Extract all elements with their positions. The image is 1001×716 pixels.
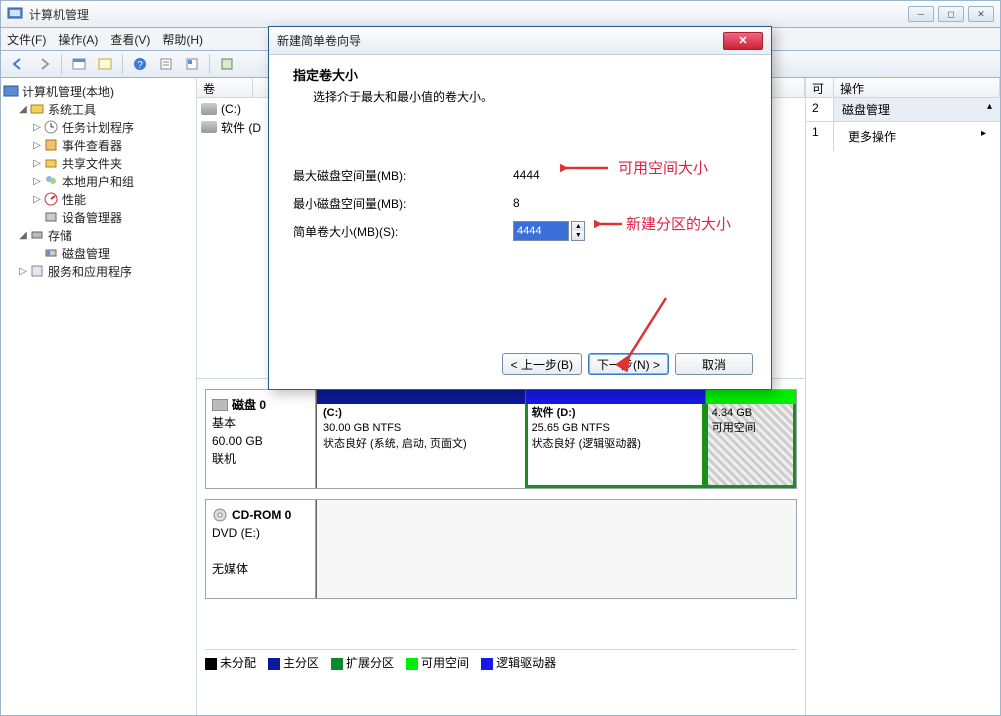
tree-services-apps[interactable]: ▷服务和应用程序 xyxy=(3,262,194,280)
col-avail[interactable]: 可 xyxy=(806,78,834,97)
menu-file[interactable]: 文件(F) xyxy=(7,31,46,48)
navigation-tree: 计算机管理(本地) ◢系统工具 ▷任务计划程序 ▷事件查看器 ▷共享文件夹 ▷本… xyxy=(1,78,197,715)
minimize-button[interactable]: ─ xyxy=(908,6,934,22)
toolbar-icon-2[interactable] xyxy=(94,53,116,75)
wizard-back-button[interactable]: < 上一步(B) xyxy=(502,353,582,375)
partition-d[interactable]: 软件 (D:) 25.65 GB NTFS 状态良好 (逻辑驱动器) xyxy=(525,390,705,488)
disk-0-info[interactable]: 磁盘 0 基本 60.00 GB 联机 xyxy=(206,390,316,488)
cdrom-info[interactable]: CD-ROM 0 DVD (E:) 无媒体 xyxy=(206,500,316,598)
tree-system-tools[interactable]: ◢系统工具 xyxy=(3,100,194,118)
window-titlebar: 计算机管理 ─ ◻ ✕ xyxy=(0,0,1001,28)
forward-button[interactable] xyxy=(33,53,55,75)
annotation-arrow-3 xyxy=(616,292,676,372)
back-button[interactable] xyxy=(7,53,29,75)
tree-shared-folders[interactable]: ▷共享文件夹 xyxy=(3,154,194,172)
actions-header: 操作 xyxy=(834,78,1000,97)
volume-size-input[interactable] xyxy=(513,221,569,241)
cdrom-row: CD-ROM 0 DVD (E:) 无媒体 xyxy=(205,499,797,599)
new-volume-wizard: 新建简单卷向导 ✕ 指定卷大小 选择介于最大和最小值的卷大小。 最大磁盘空间量(… xyxy=(268,26,772,390)
disk-0-row: 磁盘 0 基本 60.00 GB 联机 (C:) 30.00 GB NTFS 状… xyxy=(205,389,797,489)
maximize-button[interactable]: ◻ xyxy=(938,6,964,22)
close-button[interactable]: ✕ xyxy=(968,6,994,22)
disk-graphical-view: 磁盘 0 基本 60.00 GB 联机 (C:) 30.00 GB NTFS 状… xyxy=(197,378,805,715)
tree-local-users[interactable]: ▷本地用户和组 xyxy=(3,172,194,190)
toolbar-icon-4[interactable] xyxy=(155,53,177,75)
tree-performance[interactable]: ▷性能 xyxy=(3,190,194,208)
volume-size-spinner[interactable]: ▲▼ xyxy=(571,221,585,241)
tree-task-scheduler[interactable]: ▷任务计划程序 xyxy=(3,118,194,136)
annotation-arrow-2 xyxy=(594,216,624,232)
toolbar-icon-5[interactable] xyxy=(181,53,203,75)
window-title: 计算机管理 xyxy=(29,6,908,23)
more-actions[interactable]: 更多操作▸ xyxy=(834,122,1000,151)
wizard-titlebar[interactable]: 新建简单卷向导 ✕ xyxy=(269,27,771,55)
wizard-cancel-button[interactable]: 取消 xyxy=(675,353,753,375)
app-icon xyxy=(7,6,23,22)
tree-disk-management[interactable]: 磁盘管理 xyxy=(3,244,194,262)
menu-view[interactable]: 查看(V) xyxy=(110,31,150,48)
tree-storage[interactable]: ◢存储 xyxy=(3,226,194,244)
actions-panel: 可 操作 2 磁盘管理▴ 1 更多操作▸ xyxy=(805,78,1000,715)
min-space-value: 8 xyxy=(513,196,633,210)
wizard-heading: 指定卷大小 xyxy=(293,65,747,84)
annotation-arrow-1 xyxy=(560,160,610,176)
menu-help[interactable]: 帮助(H) xyxy=(162,31,203,48)
col-volume[interactable]: 卷 xyxy=(197,78,253,97)
partition-c[interactable]: (C:) 30.00 GB NTFS 状态良好 (系统, 启动, 页面文) xyxy=(316,390,525,488)
wizard-close-button[interactable]: ✕ xyxy=(723,32,763,50)
toolbar-icon-1[interactable] xyxy=(68,53,90,75)
partition-free[interactable]: 4.34 GB 可用空间 xyxy=(705,390,796,488)
disk-legend: 未分配 主分区 扩展分区 可用空间 逻辑驱动器 xyxy=(205,649,797,675)
tree-root[interactable]: 计算机管理(本地) xyxy=(3,82,194,100)
annotation-new-partition-size: 新建分区的大小 xyxy=(626,213,731,234)
tree-event-viewer[interactable]: ▷事件查看器 xyxy=(3,136,194,154)
actions-section[interactable]: 磁盘管理▴ xyxy=(834,98,1000,122)
tree-device-manager[interactable]: 设备管理器 xyxy=(3,208,194,226)
annotation-available-space: 可用空间大小 xyxy=(618,157,708,178)
svg-text:?: ? xyxy=(137,60,143,71)
menu-action[interactable]: 操作(A) xyxy=(58,31,98,48)
toolbar-icon-6[interactable] xyxy=(216,53,238,75)
help-icon[interactable]: ? xyxy=(129,53,151,75)
wizard-subheading: 选择介于最大和最小值的卷大小。 xyxy=(313,88,747,105)
